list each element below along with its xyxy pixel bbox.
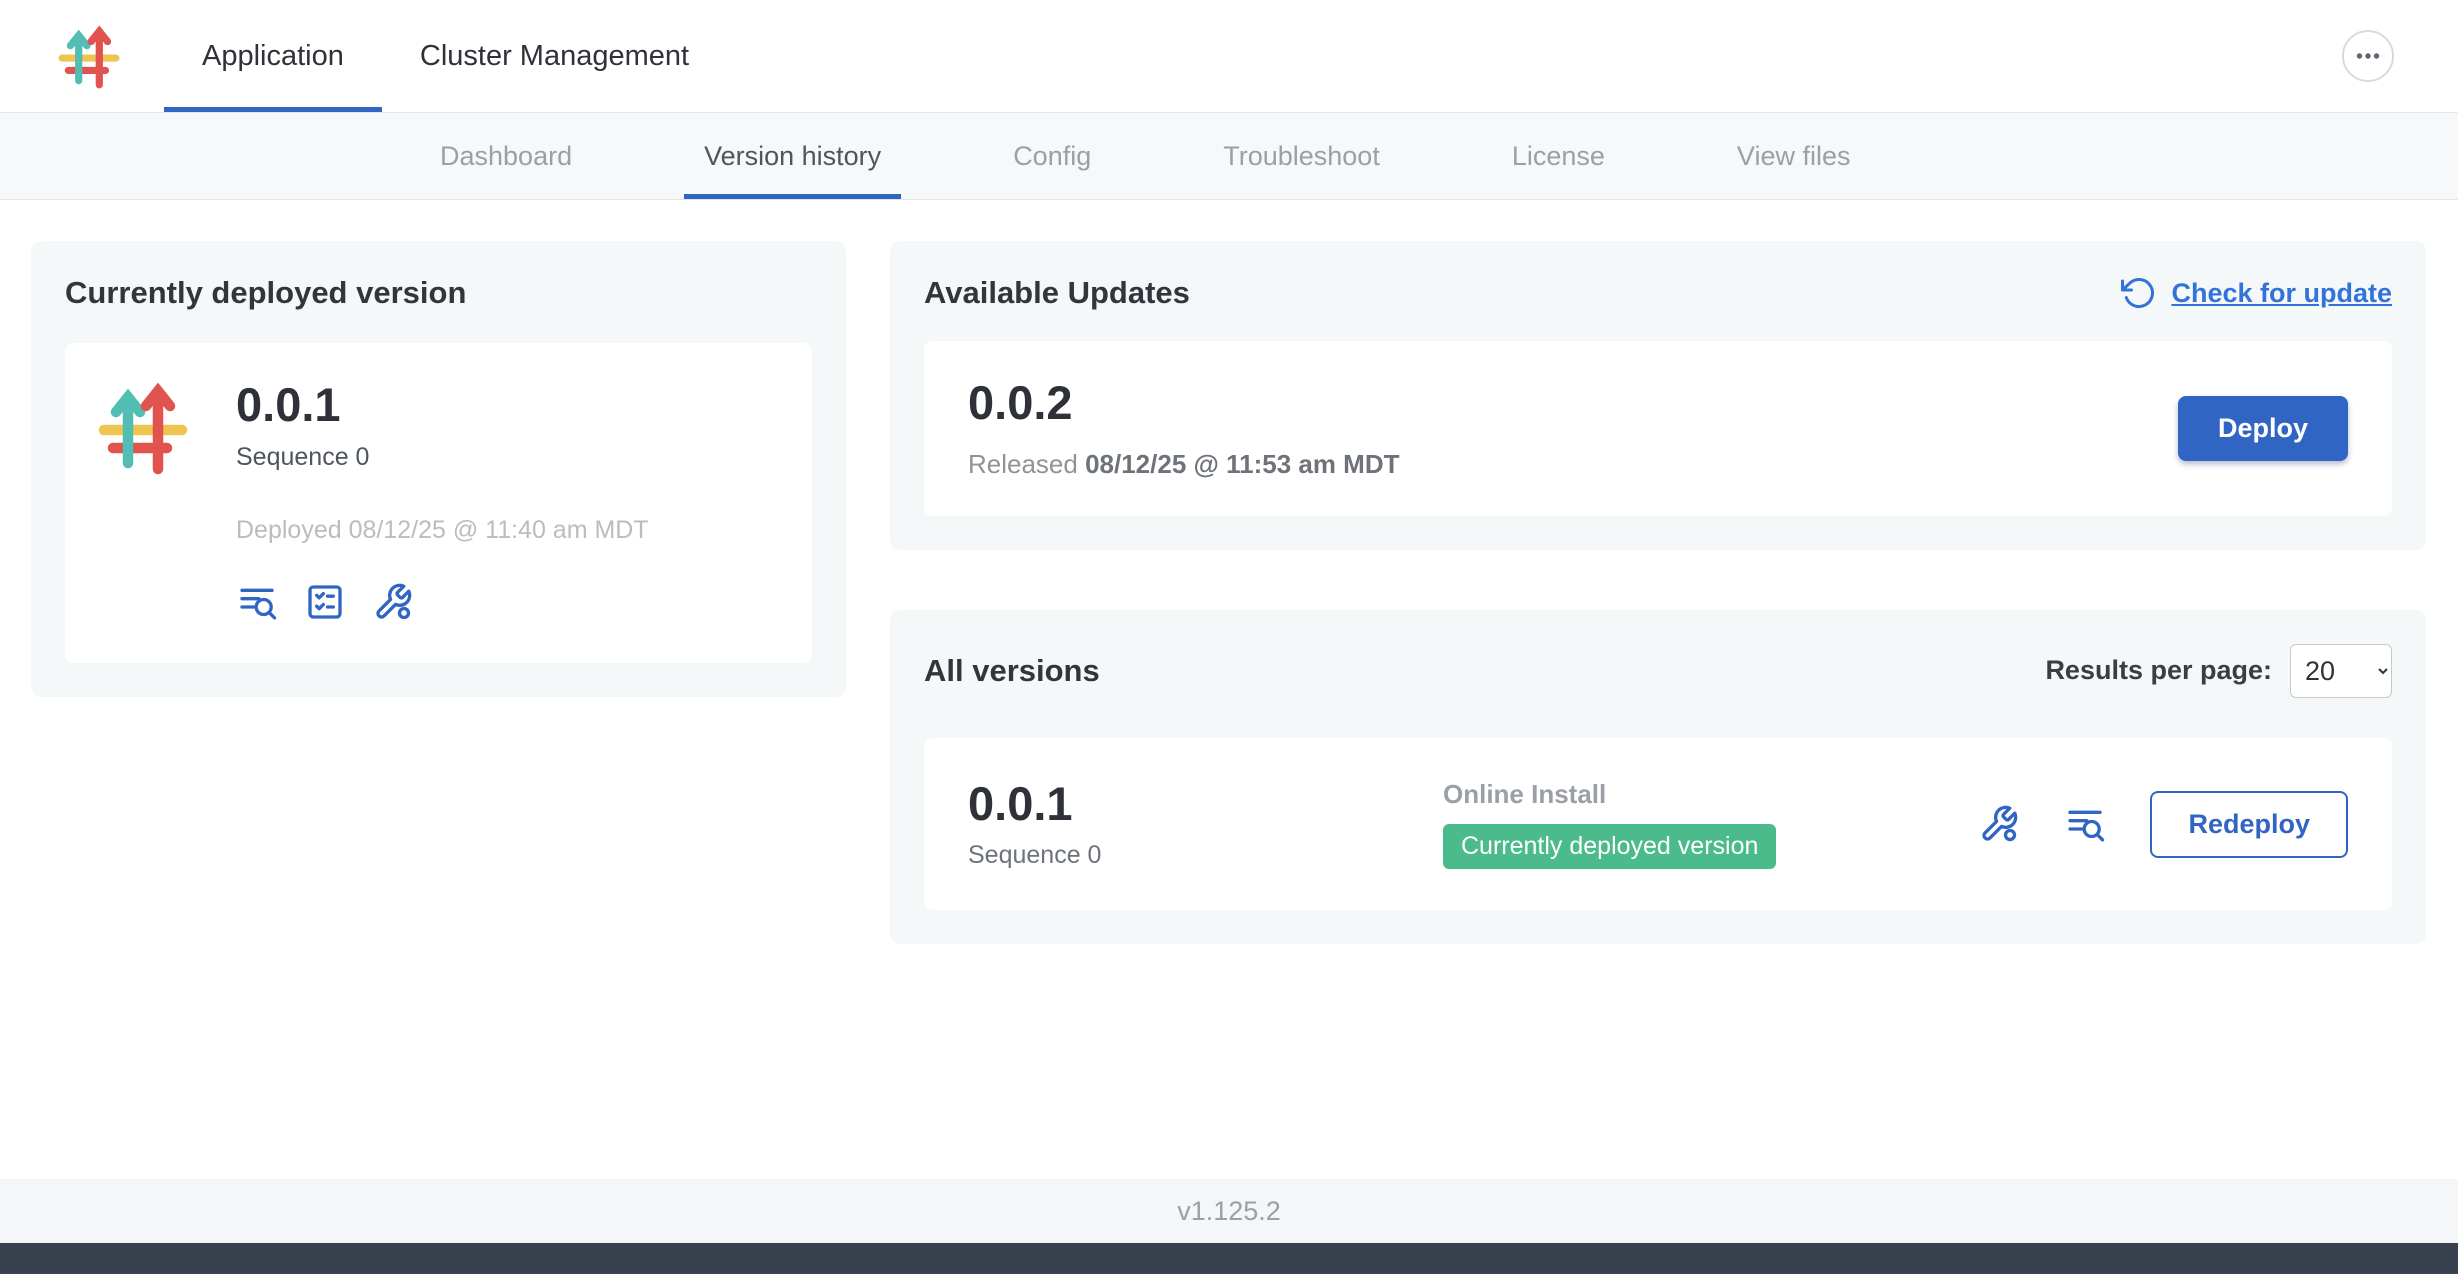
released-date: 08/12/25 @ 11:53 am MDT bbox=[1085, 449, 1399, 479]
app-sub-nav: Dashboard Version history Config Trouble… bbox=[0, 113, 2458, 200]
release-notes-icon[interactable] bbox=[2064, 803, 2106, 845]
update-version-number: 0.0.2 bbox=[968, 377, 1400, 429]
top-tab-cluster-management[interactable]: Cluster Management bbox=[382, 0, 727, 112]
top-tabs: Application Cluster Management bbox=[164, 0, 727, 112]
currently-deployed-badge: Currently deployed version bbox=[1443, 824, 1776, 869]
edit-config-icon[interactable] bbox=[1978, 803, 2020, 845]
top-tab-cluster-management-label: Cluster Management bbox=[420, 40, 689, 73]
deployed-version-info: 0.0.1 Sequence 0 Deployed 08/12/25 @ 11:… bbox=[236, 379, 649, 623]
install-type-label: Online Install bbox=[1443, 779, 1978, 810]
results-per-page-select[interactable]: 20 bbox=[2290, 644, 2392, 698]
currently-deployed-title: Currently deployed version bbox=[65, 275, 812, 311]
version-row-status: Online Install Currently deployed versio… bbox=[1443, 779, 1978, 869]
sub-tab-dashboard-label: Dashboard bbox=[440, 141, 572, 172]
version-row-actions: Redeploy bbox=[1978, 791, 2348, 858]
all-versions-card: All versions Results per page: 20 0.0.1 … bbox=[890, 610, 2426, 945]
sub-tab-dashboard[interactable]: Dashboard bbox=[420, 113, 592, 199]
sub-tab-config-label: Config bbox=[1013, 141, 1091, 172]
deploy-button[interactable]: Deploy bbox=[2178, 396, 2348, 461]
redeploy-button[interactable]: Redeploy bbox=[2150, 791, 2348, 858]
update-released-line: Released 08/12/25 @ 11:53 am MDT bbox=[968, 449, 1400, 480]
top-tab-application[interactable]: Application bbox=[164, 0, 382, 112]
all-versions-title: All versions bbox=[924, 653, 1100, 689]
available-updates-card: Available Updates Check for update 0.0.2… bbox=[890, 241, 2426, 550]
version-row-sequence: Sequence 0 bbox=[968, 841, 1443, 870]
right-column: Available Updates Check for update 0.0.2… bbox=[890, 241, 2426, 944]
deployed-timestamp: Deployed 08/12/25 @ 11:40 am MDT bbox=[236, 516, 649, 545]
top-bar: Application Cluster Management bbox=[0, 0, 2458, 113]
more-options-button[interactable] bbox=[2342, 30, 2394, 82]
results-per-page-label: Results per page: bbox=[2045, 655, 2272, 686]
preflight-checks-icon[interactable] bbox=[304, 581, 346, 623]
sub-tab-view-files[interactable]: View files bbox=[1717, 113, 1871, 199]
available-update-row: 0.0.2 Released 08/12/25 @ 11:53 am MDT D… bbox=[924, 341, 2392, 516]
released-prefix: Released bbox=[968, 449, 1085, 479]
version-row-number: 0.0.1 bbox=[968, 778, 1443, 830]
deployed-sequence: Sequence 0 bbox=[236, 443, 649, 472]
sub-tab-version-history-label: Version history bbox=[704, 141, 881, 172]
check-for-update-link[interactable]: Check for update bbox=[2121, 275, 2392, 311]
app-logo bbox=[95, 379, 191, 623]
top-tab-application-label: Application bbox=[202, 40, 344, 73]
bottom-bar bbox=[0, 1243, 2458, 1274]
footer: v1.125.2 bbox=[0, 1179, 2458, 1243]
currently-deployed-version-card: 0.0.1 Sequence 0 Deployed 08/12/25 @ 11:… bbox=[65, 343, 812, 663]
sub-tab-view-files-label: View files bbox=[1737, 141, 1851, 172]
refresh-icon bbox=[2121, 275, 2157, 311]
update-info: 0.0.2 Released 08/12/25 @ 11:53 am MDT bbox=[968, 377, 1400, 480]
sub-tab-license-label: License bbox=[1512, 141, 1605, 172]
deployed-version-number: 0.0.1 bbox=[236, 379, 649, 431]
available-updates-header: Available Updates Check for update bbox=[924, 275, 2392, 311]
sub-tab-troubleshoot-label: Troubleshoot bbox=[1223, 141, 1380, 172]
sub-tab-version-history[interactable]: Version history bbox=[684, 113, 901, 199]
results-per-page: Results per page: 20 bbox=[2045, 644, 2392, 698]
sub-tab-config[interactable]: Config bbox=[993, 113, 1111, 199]
check-for-update-label: Check for update bbox=[2171, 278, 2392, 309]
sub-tab-license[interactable]: License bbox=[1492, 113, 1625, 199]
ellipsis-icon bbox=[2351, 39, 2385, 73]
currently-deployed-card: Currently deployed version 0.0.1 Sequenc… bbox=[31, 241, 846, 697]
main-content: Currently deployed version 0.0.1 Sequenc… bbox=[0, 200, 2458, 944]
release-notes-icon[interactable] bbox=[236, 581, 278, 623]
available-updates-title: Available Updates bbox=[924, 275, 1190, 311]
console-version: v1.125.2 bbox=[1177, 1196, 1281, 1227]
app-logo-icon bbox=[56, 23, 122, 89]
all-versions-header: All versions Results per page: 20 bbox=[924, 644, 2392, 698]
edit-config-icon[interactable] bbox=[372, 581, 414, 623]
version-row-info: 0.0.1 Sequence 0 bbox=[968, 778, 1443, 871]
app-logo bbox=[56, 0, 122, 112]
app-logo-icon bbox=[95, 379, 191, 475]
sub-tab-troubleshoot[interactable]: Troubleshoot bbox=[1203, 113, 1400, 199]
version-row: 0.0.1 Sequence 0 Online Install Currentl… bbox=[924, 738, 2392, 911]
deployed-actions bbox=[236, 581, 649, 623]
